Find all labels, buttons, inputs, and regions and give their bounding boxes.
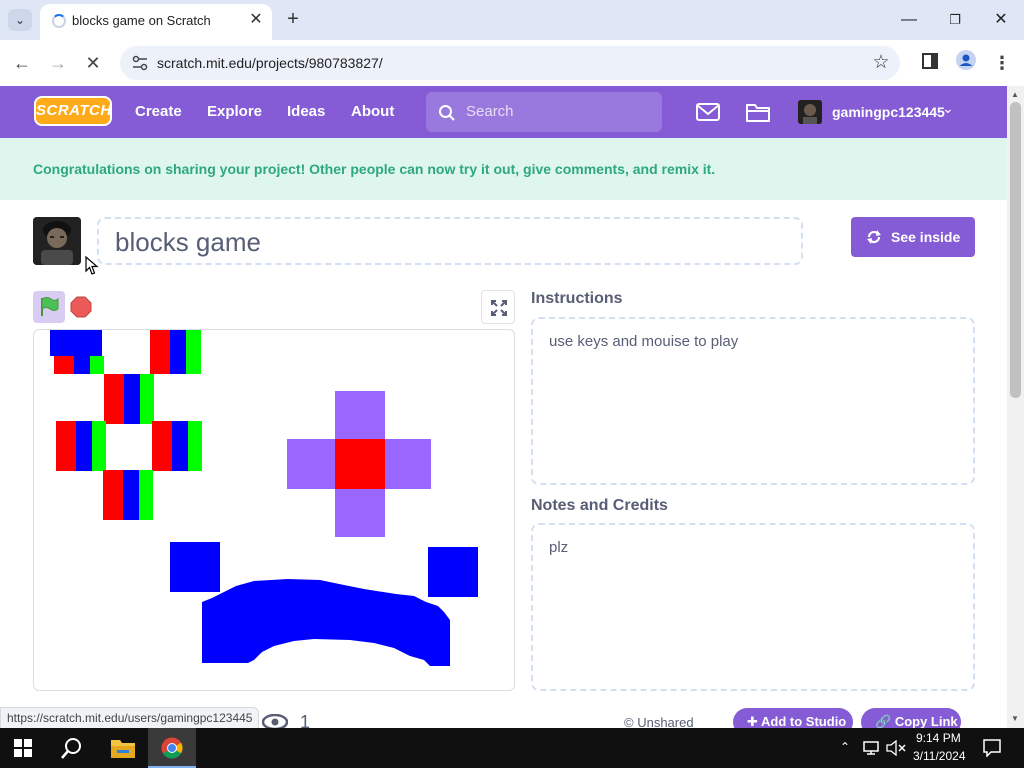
stop-sign-icon[interactable] — [70, 296, 92, 318]
nav-about[interactable]: About — [351, 103, 394, 120]
see-inside-label: See inside — [891, 229, 961, 245]
tab-search-button[interactable]: ⌄ — [8, 9, 32, 31]
window-close-icon[interactable]: ✕ — [978, 6, 1024, 34]
tab-close-icon[interactable]: ✕ — [246, 10, 266, 30]
back-icon[interactable]: ← — [9, 50, 35, 76]
copy-link-label: Copy Link — [894, 714, 958, 729]
fullscreen-icon — [491, 300, 507, 316]
address-bar[interactable]: scratch.mit.edu/projects/980783827/ ☆ — [120, 46, 900, 80]
sprite-cross — [287, 391, 431, 537]
scroll-down-icon[interactable]: ▼ — [1011, 714, 1019, 723]
windows-taskbar: ⌃ 9:14 PM 3/11/2024 — [0, 728, 1024, 768]
nav-create[interactable]: Create — [135, 103, 182, 120]
project-title-input[interactable]: blocks game — [97, 217, 803, 265]
browser-tab-strip: ⌄ blocks game on Scratch ✕ + — ❐ ✕ — [0, 0, 1024, 40]
notifications-icon[interactable] — [983, 739, 1001, 757]
taskbar-search-icon[interactable] — [61, 737, 83, 759]
sprite-rgb-block — [103, 470, 123, 520]
new-tab-icon[interactable]: + — [282, 8, 304, 30]
stop-loading-icon[interactable]: ✕ — [80, 50, 106, 76]
browser-tab[interactable]: blocks game on Scratch ✕ — [40, 4, 272, 40]
bookmark-star-icon[interactable]: ☆ — [868, 50, 894, 76]
nav-explore[interactable]: Explore — [207, 103, 262, 120]
tray-chevron-up-icon[interactable]: ⌃ — [840, 740, 850, 754]
browser-toolbar: ← → ✕ scratch.mit.edu/projects/980783827… — [0, 40, 1024, 86]
remix-arrows-icon — [867, 230, 881, 244]
messages-icon[interactable] — [696, 101, 720, 123]
browser-menu-icon[interactable]: ⋮ — [989, 50, 1015, 76]
page-scrollbar[interactable]: ▲ ▼ — [1007, 86, 1024, 728]
project-title-text: blocks game — [115, 227, 261, 257]
forward-icon[interactable]: → — [45, 50, 71, 76]
sprite-blue-block — [50, 330, 102, 356]
chrome-taskbar-button[interactable] — [148, 728, 196, 768]
project-author-avatar[interactable] — [33, 217, 81, 265]
nav-ideas[interactable]: Ideas — [287, 103, 325, 120]
minimize-icon[interactable]: — — [886, 6, 932, 34]
volume-muted-icon[interactable] — [886, 740, 906, 756]
scroll-up-icon[interactable]: ▲ — [1011, 90, 1019, 99]
notes-text: plz — [549, 539, 569, 556]
windows-start-icon[interactable] — [14, 739, 32, 757]
instructions-heading: Instructions — [531, 290, 623, 307]
sprite-rgb-block — [152, 421, 172, 471]
add-to-studio-label: Add to Studio — [761, 714, 847, 729]
tab-title: blocks game on Scratch — [72, 13, 211, 28]
share-success-banner: Congratulations on sharing your project!… — [0, 138, 1007, 200]
scratch-navbar: SCRATCH Create Explore Ideas About Searc… — [0, 86, 1007, 138]
fullscreen-button[interactable] — [481, 290, 515, 324]
clock-time[interactable]: 9:14 PM — [916, 731, 961, 745]
sprite-rgb-block — [104, 374, 124, 424]
link-status-bubble: https://scratch.mit.edu/users/gamingpc12… — [0, 707, 260, 729]
search-icon — [439, 105, 455, 121]
search-input[interactable]: Search — [426, 92, 662, 132]
scratch-logo[interactable]: SCRATCH — [34, 96, 112, 126]
profile-icon[interactable] — [953, 50, 979, 76]
sprite-rgb-block — [56, 421, 76, 471]
site-info-icon[interactable] — [130, 54, 150, 72]
sprite-eye-right — [428, 547, 478, 597]
network-icon[interactable] — [862, 741, 880, 755]
username-label[interactable]: gamingpc123445 — [832, 104, 945, 120]
plus-icon: ✚ — [747, 714, 758, 729]
banner-text: Congratulations on sharing your project!… — [33, 161, 716, 177]
user-menu-chevron-down-icon[interactable]: ⌄ — [942, 100, 954, 117]
my-stuff-folder-icon[interactable] — [746, 101, 770, 123]
clock-date[interactable]: 3/11/2024 — [913, 749, 966, 763]
chrome-icon — [161, 737, 183, 759]
url-text: scratch.mit.edu/projects/980783827/ — [157, 55, 383, 71]
instructions-textarea[interactable]: use keys and mouise to play — [531, 317, 975, 485]
see-inside-button[interactable]: See inside — [851, 217, 975, 257]
loading-spinner-icon — [52, 14, 66, 28]
stage-canvas[interactable] — [34, 330, 515, 691]
notes-heading: Notes and Credits — [531, 497, 668, 514]
file-explorer-icon[interactable] — [110, 737, 136, 759]
sprite-eye-left — [170, 542, 220, 592]
notes-textarea[interactable]: plz — [531, 523, 975, 691]
side-panel-icon[interactable] — [917, 50, 943, 76]
user-avatar[interactable] — [798, 100, 822, 124]
restore-icon[interactable]: ❐ — [932, 6, 978, 34]
green-flag-icon — [41, 297, 59, 316]
mouse-cursor-icon — [85, 256, 99, 275]
project-stage[interactable] — [33, 329, 515, 691]
sprite-rgb-block — [150, 330, 170, 374]
scrollbar-thumb[interactable] — [1010, 102, 1021, 398]
green-flag-button[interactable] — [33, 291, 65, 323]
search-placeholder: Search — [466, 103, 514, 120]
link-icon: 🔗 — [875, 714, 892, 729]
sprite-frown-arc — [202, 579, 450, 666]
instructions-text: use keys and mouise to play — [549, 333, 739, 350]
